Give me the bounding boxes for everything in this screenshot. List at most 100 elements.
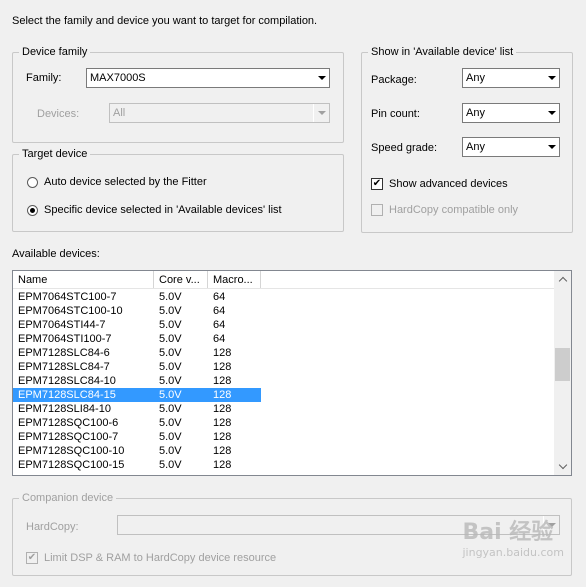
cell-name: EPM7064STI100-7 [18, 333, 112, 345]
available-devices-label: Available devices: [12, 248, 100, 260]
table-row[interactable]: EPM7128SQC100-15 5.0V 128 [13, 458, 555, 472]
show-advanced-checkbox[interactable]: ✔ [371, 178, 383, 190]
table-row[interactable]: EPM7128SLC84-6 5.0V 128 [13, 346, 555, 360]
cell-core-voltage: 5.0V [159, 459, 182, 471]
cell-macrocells: 128 [213, 361, 232, 373]
cell-name: EPM7128SLC84-15 [13, 388, 154, 402]
show-in-list-legend: Show in 'Available device' list [371, 46, 514, 58]
cell-name: EPM7128SLC84-10 [18, 375, 116, 387]
list-rows: EPM7064STC100-7 5.0V 64 EPM7064STC100-10 5.0… [13, 290, 555, 472]
devices-label: Devices: [37, 108, 80, 120]
scroll-down-icon[interactable] [554, 458, 571, 475]
cell-core-voltage: 5.0V [159, 333, 182, 345]
family-select[interactable]: MAX7000S [86, 68, 330, 88]
hardcopy-compatible-label[interactable]: HardCopy compatible only [389, 204, 518, 216]
table-row[interactable]: EPM7128SLI84-10 5.0V 128 [13, 402, 555, 416]
cell-name: EPM7128SLI84-10 [18, 403, 111, 415]
devices-select[interactable]: All [109, 103, 330, 123]
cell-core-voltage: 5.0V [159, 431, 182, 443]
cell-name: EPM7064STI44-7 [18, 319, 106, 331]
speed-grade-select-value: Any [466, 141, 485, 153]
chevron-down-icon [313, 69, 329, 87]
table-row[interactable]: EPM7128SQC100-7 5.0V 128 [13, 430, 555, 444]
cell-macrocells: 64 [213, 305, 226, 317]
pin-count-select[interactable]: Any [462, 103, 560, 123]
target-device-group: Target device [12, 148, 344, 232]
pin-count-select-value: Any [466, 107, 485, 119]
cell-macrocells: 128 [213, 417, 232, 429]
package-label: Package: [371, 74, 417, 86]
cell-core-voltage: 5.0V [159, 445, 182, 457]
family-label: Family: [26, 72, 62, 84]
table-row[interactable]: EPM7064STC100-10 5.0V 64 [13, 304, 555, 318]
chevron-down-icon [543, 104, 559, 122]
cell-name: EPM7128SQC100-15 [18, 459, 125, 471]
speed-grade-select[interactable]: Any [462, 137, 560, 157]
cell-macrocells: 128 [213, 347, 232, 359]
devices-select-value: All [113, 107, 126, 119]
available-devices-list[interactable]: Name Core v... Macro... EPM7064STC100-7 5… [12, 270, 572, 476]
limit-dsp-ram-checkbox[interactable]: ✔ [26, 552, 38, 564]
family-select-value: MAX7000S [90, 72, 146, 84]
cell-core-voltage: 5.0V [159, 375, 182, 387]
cell-name: EPM7128SQC100-6 [18, 417, 119, 429]
scrollbar-thumb[interactable] [555, 348, 570, 381]
auto-device-label[interactable]: Auto device selected by the Fitter [44, 176, 207, 188]
cell-name: EPM7064STC100-10 [18, 305, 123, 317]
hardcopy-compatible-checkbox[interactable] [371, 204, 383, 216]
chevron-down-icon [543, 69, 559, 87]
cell-macrocells: 128 [213, 403, 232, 415]
cell-name: EPM7064STC100-7 [18, 291, 117, 303]
cell-macrocells: 64 [213, 319, 226, 331]
column-header-core-voltage[interactable]: Core v... [154, 271, 208, 288]
device-family-group: Device family [12, 46, 344, 143]
scroll-up-icon[interactable] [554, 271, 571, 288]
cell-name: EPM7128SQC100-10 [18, 445, 125, 457]
show-advanced-label[interactable]: Show advanced devices [389, 178, 508, 190]
cell-macrocells: 128 [208, 388, 261, 402]
speed-grade-label: Speed grade: [371, 142, 438, 154]
table-row[interactable]: EPM7128SQC100-6 5.0V 128 [13, 416, 555, 430]
cell-macrocells: 128 [213, 431, 232, 443]
package-select-value: Any [466, 72, 485, 84]
baidu-watermark-logo: Bai 经验 jingyan.baidu.com [462, 520, 564, 559]
companion-device-legend: Companion device [22, 492, 114, 504]
table-row[interactable]: EPM7064STI100-7 5.0V 64 [13, 332, 555, 346]
chevron-down-icon [313, 104, 329, 122]
cell-name: EPM7128SLC84-6 [18, 347, 110, 359]
cell-core-voltage: 5.0V [159, 305, 182, 317]
table-row[interactable]: EPM7128SQC100-10 5.0V 128 [13, 444, 555, 458]
specific-device-label[interactable]: Specific device selected in 'Available d… [44, 204, 282, 216]
table-row[interactable]: EPM7128SLC84-15 5.0V 128 [13, 388, 555, 402]
checkmark-icon: ✔ [27, 552, 37, 563]
auto-device-radio[interactable] [27, 177, 38, 188]
table-row[interactable]: EPM7128SLC84-7 5.0V 128 [13, 360, 555, 374]
cell-name: EPM7128SLC84-7 [18, 361, 110, 373]
cell-macrocells: 64 [213, 333, 226, 345]
column-header-macrocells[interactable]: Macro... [208, 271, 261, 288]
cell-core-voltage: 5.0V [154, 388, 208, 402]
table-row[interactable]: EPM7064STC100-7 5.0V 64 [13, 290, 555, 304]
cell-core-voltage: 5.0V [159, 291, 182, 303]
column-header-name[interactable]: Name [13, 271, 154, 288]
cell-core-voltage: 5.0V [159, 417, 182, 429]
table-row[interactable]: EPM7128SLC84-10 5.0V 128 [13, 374, 555, 388]
cell-macrocells: 64 [213, 291, 226, 303]
table-row[interactable]: EPM7064STI44-7 5.0V 64 [13, 318, 555, 332]
cell-macrocells: 128 [213, 375, 232, 387]
cell-macrocells: 128 [213, 459, 232, 471]
checkmark-icon: ✔ [372, 178, 382, 189]
package-select[interactable]: Any [462, 68, 560, 88]
vertical-scrollbar[interactable] [554, 271, 571, 475]
limit-dsp-ram-label[interactable]: Limit DSP & RAM to HardCopy device resou… [44, 552, 276, 564]
chevron-down-icon [543, 138, 559, 156]
cell-core-voltage: 5.0V [159, 319, 182, 331]
cell-core-voltage: 5.0V [159, 347, 182, 359]
target-device-legend: Target device [22, 148, 88, 160]
specific-device-radio[interactable] [27, 205, 38, 216]
pin-count-label: Pin count: [371, 108, 420, 120]
device-family-legend: Device family [22, 46, 88, 58]
cell-core-voltage: 5.0V [159, 361, 182, 373]
instruction-text: Select the family and device you want to… [12, 15, 318, 27]
cell-name: EPM7128SQC100-7 [18, 431, 119, 443]
